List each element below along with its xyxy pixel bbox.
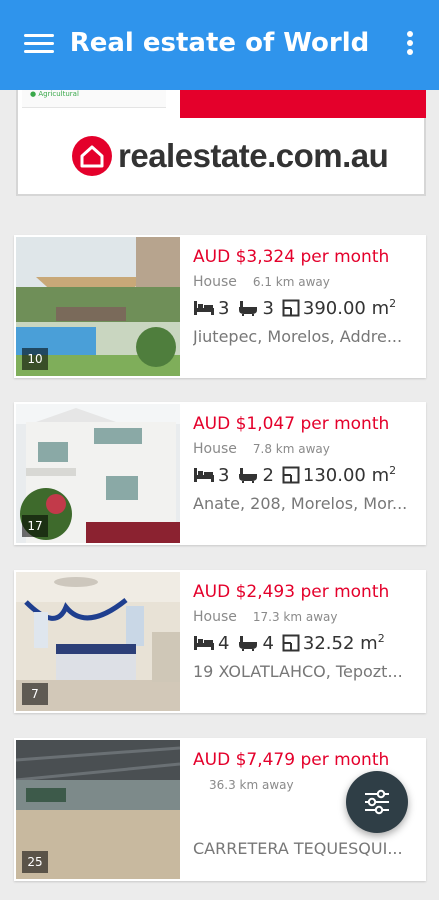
bath-icon (239, 301, 258, 316)
distance: 36.3 km away (209, 778, 294, 792)
listing-price: AUD $1,047 per month (193, 414, 390, 434)
bath-count: 3 (262, 297, 274, 319)
listing-photo[interactable]: 25 (16, 740, 180, 879)
photo-count-badge: 25 (22, 851, 48, 873)
property-type: House (193, 441, 237, 457)
bath-icon (239, 468, 258, 483)
listing-photo[interactable]: 10 (16, 237, 180, 376)
more-options-icon[interactable] (404, 31, 416, 61)
filter-button[interactable] (346, 771, 408, 833)
app-title: Real estate of World (69, 28, 370, 58)
bed-count: 3 (218, 464, 230, 486)
distance: 7.8 km away (252, 442, 330, 456)
property-type: House (193, 274, 237, 290)
photo-count-badge: 17 (22, 515, 48, 537)
property-type: House (193, 609, 237, 625)
listing-address: 19 XOLATLAHCO, Tepozt... (193, 662, 403, 681)
listing-card[interactable]: 17 AUD $1,047 per month House 7.8 km away… (14, 402, 426, 545)
listing-meta: House 7.8 km away (193, 441, 418, 457)
photo-count-badge: 7 (22, 683, 48, 705)
listing-info: AUD $3,324 per month House 6.1 km away 3 … (193, 245, 418, 346)
bed-icon (194, 468, 214, 482)
listing-features: 3 2 130.00 m2 (193, 464, 418, 486)
listing-address: Anate, 208, Morelos, Mor... (193, 494, 408, 513)
listing-address: Jiutepec, Morelos, Addre... (193, 327, 403, 346)
listing-info: AUD $1,047 per month House 7.8 km away 3 … (193, 412, 418, 513)
bed-icon (194, 636, 214, 650)
area-value: 32.52 m2 (302, 632, 385, 654)
listing-photo[interactable]: 7 (16, 572, 180, 711)
bath-icon (239, 636, 258, 651)
area-icon (282, 466, 300, 484)
filter-sliders-icon (365, 789, 389, 815)
ad-banner[interactable]: ● Agricultural realestate.com.au (16, 84, 426, 196)
listing-meta: House 17.3 km away (193, 609, 418, 625)
listing-price: AUD $3,324 per month (193, 247, 390, 267)
app-bar: Real estate of World (0, 0, 439, 90)
listing-card[interactable]: 7 AUD $2,493 per month House 17.3 km away… (14, 570, 426, 713)
bath-count: 4 (262, 632, 274, 654)
listing-price: AUD $2,493 per month (193, 582, 390, 602)
listing-photo[interactable]: 17 (16, 404, 180, 543)
ad-tag: ● Agricultural (30, 90, 79, 98)
bed-count: 3 (218, 297, 230, 319)
ad-brand-text: realestate.com.au (118, 137, 389, 174)
house-logo-icon (72, 136, 112, 176)
bath-count: 2 (262, 464, 274, 486)
bed-icon (194, 301, 214, 315)
area-value: 390.00 m2 (302, 297, 397, 319)
distance: 17.3 km away (252, 610, 338, 624)
ad-logo: realestate.com.au (72, 136, 389, 176)
listing-meta: House 6.1 km away (193, 274, 418, 290)
photo-count-badge: 10 (22, 348, 48, 370)
listing-price: AUD $7,479 per month (193, 750, 390, 770)
bed-count: 4 (218, 632, 230, 654)
listing-address: CARRETERA TEQUESQUI... (193, 839, 403, 858)
area-icon (282, 634, 300, 652)
listing-features: 3 3 390.00 m2 (193, 297, 418, 319)
hamburger-menu-icon[interactable] (24, 34, 54, 58)
listing-features: 4 4 32.52 m2 (193, 632, 418, 654)
distance: 6.1 km away (252, 275, 330, 289)
area-icon (282, 299, 300, 317)
listing-card[interactable]: 10 AUD $3,324 per month House 6.1 km away… (14, 235, 426, 378)
ad-red-strip (180, 86, 426, 118)
listing-info: AUD $2,493 per month House 17.3 km away 4… (193, 580, 418, 681)
area-value: 130.00 m2 (302, 464, 397, 486)
